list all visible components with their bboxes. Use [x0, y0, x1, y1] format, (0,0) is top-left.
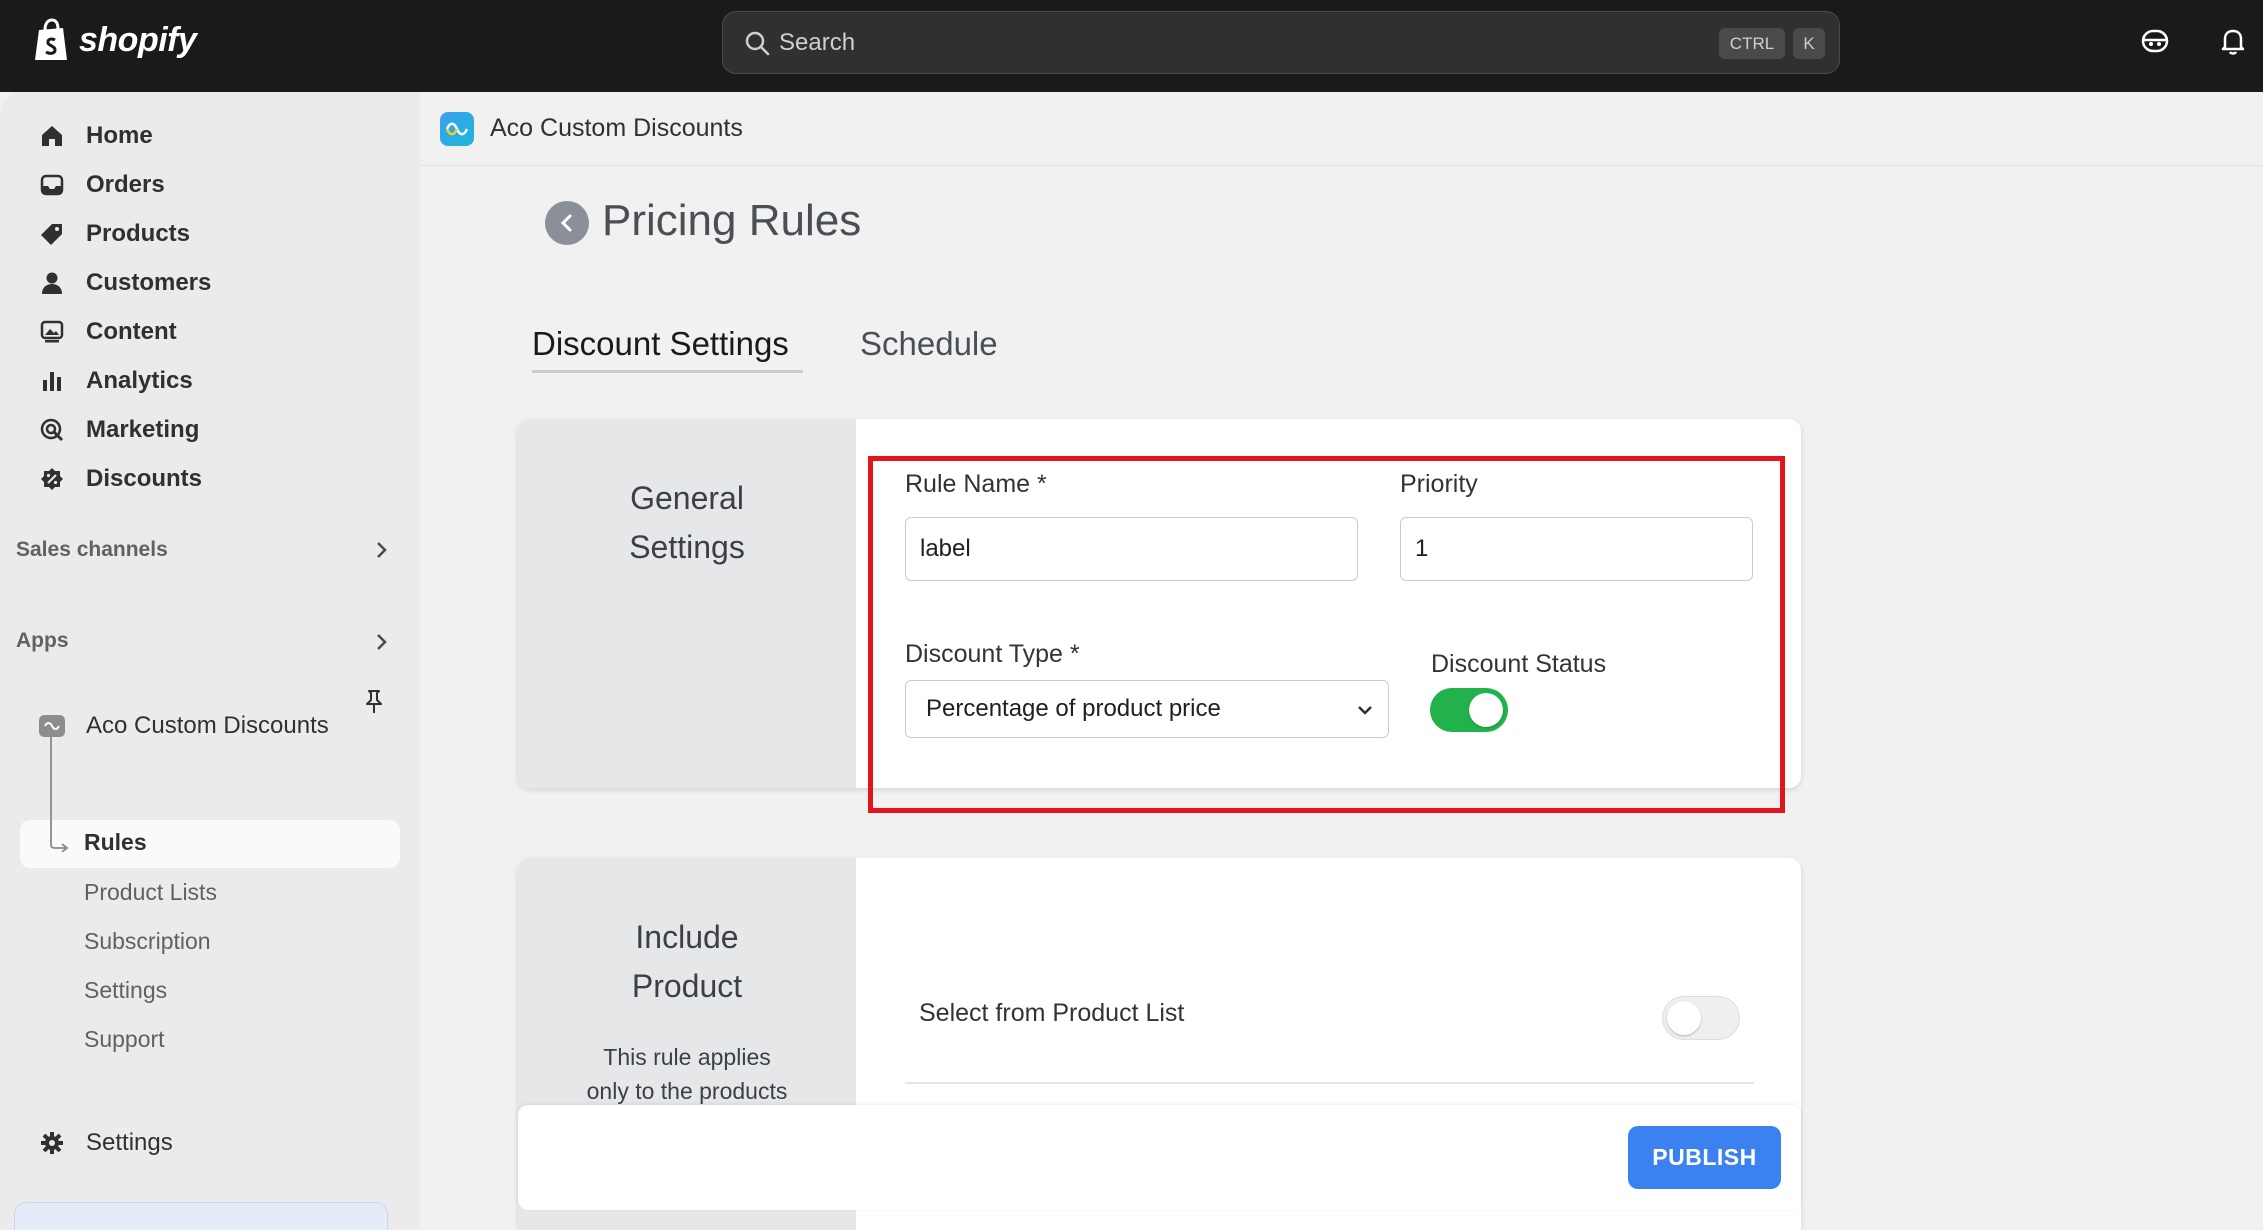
person-icon — [38, 269, 66, 297]
sidebar-item-label: Content — [86, 318, 177, 345]
general-settings-title-line1: General — [630, 480, 744, 516]
pin-icon[interactable] — [362, 688, 386, 716]
sidebar-item-label: Settings — [86, 1129, 173, 1156]
search-icon — [745, 31, 770, 56]
target-icon — [38, 416, 66, 444]
tree-connector-icon — [50, 734, 69, 852]
sidebar-item-settings[interactable]: Settings — [38, 1121, 173, 1165]
sidebar-item-content[interactable]: Content — [38, 310, 177, 354]
bell-icon[interactable] — [2218, 26, 2248, 56]
sidebar-subitem-settings[interactable]: Settings — [84, 977, 167, 1004]
inbox-icon — [38, 171, 66, 199]
save-bar — [518, 1105, 1801, 1210]
shopify-bag-icon — [35, 18, 67, 60]
apps-label[interactable]: Apps — [16, 629, 69, 653]
sidebar-item-products[interactable]: Products — [38, 212, 190, 256]
store-notice-banner[interactable] — [14, 1202, 388, 1230]
select-from-product-list-toggle[interactable] — [1662, 996, 1740, 1040]
sidebar-item-label: Home — [86, 122, 153, 149]
sidebar-subitem-support[interactable]: Support — [84, 1026, 165, 1053]
include-product-desc-line2: only to the products — [586, 1078, 788, 1104]
kbd-k: K — [1793, 28, 1825, 59]
include-product-title-line2: Product — [631, 968, 743, 1004]
sidebar-item-label: Marketing — [86, 416, 200, 443]
app-header: Aco Custom Discounts — [420, 92, 2263, 166]
sidebar-subitem-label: Rules — [84, 829, 147, 855]
shopify-logo[interactable]: shopify — [33, 18, 197, 62]
sales-channels-label[interactable]: Sales channels — [16, 538, 168, 562]
sidebar: Home Orders Products Customers Content A… — [0, 92, 420, 1230]
sidebar-item-discounts[interactable]: Discounts — [38, 457, 202, 501]
chevron-right-icon[interactable] — [372, 630, 392, 654]
sidebar-subitem-subscription[interactable]: Subscription — [84, 928, 211, 955]
logo-text: shopify — [79, 20, 197, 59]
image-icon — [38, 318, 66, 346]
sidebar-item-home[interactable]: Home — [38, 114, 153, 158]
discount-icon — [38, 465, 66, 493]
sidebar-item-label: Customers — [86, 269, 212, 296]
toggle-knob — [1667, 1001, 1701, 1035]
sidebar-item-label: Products — [86, 220, 191, 247]
chevron-right-icon[interactable] — [372, 538, 392, 562]
general-settings-title-line2: Settings — [629, 529, 745, 565]
highlight-annotation-box — [868, 456, 1785, 813]
search-input[interactable] — [779, 12, 1579, 73]
tag-icon — [38, 220, 66, 248]
top-bar: shopify CTRL K — [0, 0, 2263, 92]
card-sidebar: General Settings — [518, 419, 856, 788]
tab-discount-settings[interactable]: Discount Settings — [532, 325, 789, 363]
sidebar-item-aco-custom-discounts[interactable]: Aco Custom Discounts — [38, 704, 329, 748]
sidebar-item-label: Analytics — [86, 367, 193, 394]
app-logo-icon — [440, 112, 474, 146]
sidebar-item-label: Aco Custom Discounts — [86, 712, 329, 739]
gear-icon — [38, 1129, 66, 1157]
sidebar-item-analytics[interactable]: Analytics — [38, 359, 193, 403]
app-header-title: Aco Custom Discounts — [490, 114, 743, 142]
include-product-title-line1: Include — [635, 919, 739, 955]
section-divider — [905, 1082, 1754, 1084]
sidebar-subitem-rules[interactable] — [20, 820, 400, 868]
sidebar-item-label: Discounts — [86, 465, 203, 492]
sidebar-item-customers[interactable]: Customers — [38, 261, 211, 305]
back-button[interactable] — [545, 201, 589, 245]
home-icon — [38, 122, 66, 150]
sidebar-item-orders[interactable]: Orders — [38, 163, 165, 207]
kbd-ctrl: CTRL — [1719, 28, 1785, 59]
sidebar-item-marketing[interactable]: Marketing — [38, 408, 199, 452]
page-title: Pricing Rules — [602, 196, 862, 245]
bar-chart-icon — [38, 367, 66, 395]
sidebar-subitem-product-lists[interactable]: Product Lists — [84, 879, 217, 906]
include-product-desc-line1: This rule applies — [603, 1044, 771, 1070]
tab-schedule[interactable]: Schedule — [860, 325, 998, 363]
chevron-left-icon — [560, 214, 572, 232]
select-from-product-list-label: Select from Product List — [919, 999, 1185, 1027]
sidekick-icon[interactable] — [2140, 26, 2170, 56]
publish-button[interactable]: PUBLISH — [1628, 1126, 1781, 1189]
sidebar-item-label: Orders — [86, 171, 165, 198]
search-bar[interactable]: CTRL K — [722, 11, 1840, 74]
tab-active-underline — [532, 370, 803, 373]
